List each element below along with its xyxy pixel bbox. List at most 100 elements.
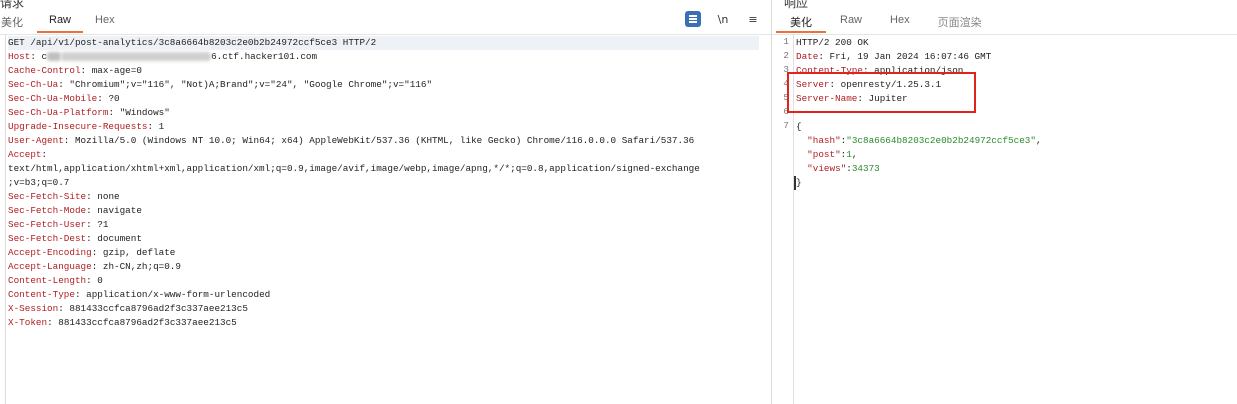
header-name: Sec-Ch-Ua-Platform [8, 107, 109, 118]
request-line: Accept: [8, 149, 53, 160]
line-number: 5 [783, 92, 789, 103]
header-value: 1 [158, 121, 165, 132]
response-line: Server: openresty/1.25.3.1 [796, 79, 942, 90]
line-number: 6 [783, 106, 789, 117]
response-tab-hex[interactable]: Hex [876, 11, 924, 33]
header-value: Fri, 19 Jan 2024 16:07:46 GMT [829, 51, 992, 62]
header-name: Cache-Control [8, 65, 81, 76]
header-value: none [97, 191, 120, 202]
response-pane: 响应 美化 Raw Hex 页面渲染 1 2 3 4 5 6 7 HTTP/2 200 OK… [772, 0, 1237, 404]
header-name: Content-Length [8, 275, 87, 286]
line-number: 4 [783, 78, 789, 89]
request-line: X-Session: 881433ccfca8796ad2f3c337aee21… [8, 303, 248, 314]
header-value: 881433ccfca8796ad2f3c337aee213c5 [69, 303, 248, 314]
request-line: ;v=b3;q=0.7 [8, 176, 759, 190]
request-line: text/html,application/xhtml+xml,applicat… [8, 162, 759, 176]
request-editor[interactable]: GET /api/v1/post-analytics/3c8a6664b8203… [0, 34, 771, 404]
header-name: Server-Name [796, 93, 858, 104]
response-line [796, 106, 1229, 120]
show-newlines-button[interactable]: \n [715, 11, 731, 27]
request-line: Upgrade-Insecure-Requests: 1 [8, 121, 165, 132]
request-line: Cache-Control: max-age=0 [8, 65, 142, 76]
response-lines: HTTP/2 200 OK Date: Fri, 19 Jan 2024 16:0… [794, 36, 1229, 190]
line-number [772, 147, 793, 161]
request-tab-hex[interactable]: Hex [83, 11, 127, 33]
response-tab-pretty[interactable]: 美化 [776, 11, 826, 33]
line-number: 2 [783, 50, 789, 61]
header-name: User-Agent [8, 135, 64, 146]
request-line: Sec-Ch-Ua-Mobile: ?0 [8, 93, 120, 104]
header-name: Sec-Fetch-Mode [8, 205, 87, 216]
request-line: User-Agent: Mozilla/5.0 (Windows NT 10.0… [8, 135, 695, 146]
header-value: 881433ccfca8796ad2f3c337aee213c5 [58, 317, 237, 328]
menu-icon[interactable]: ≡ [745, 11, 761, 27]
header-value: application/json [874, 65, 964, 76]
response-line: "views":34373 [807, 163, 880, 174]
request-line-text: text/html,application/xhtml+xml,applicat… [8, 163, 700, 174]
response-line: Server-Name: Jupiter [796, 93, 908, 104]
header-value: gzip, deflate [102, 247, 176, 258]
response-line: } [794, 176, 1229, 190]
header-name: Content-Type [796, 65, 863, 76]
request-toolbar: \n ≡ [685, 11, 761, 27]
json-comma: , [851, 149, 858, 160]
header-name: Date [796, 51, 819, 62]
response-editor[interactable]: 1 2 3 4 5 6 7 HTTP/2 200 OK Date: Fri, 19 Jan 2… [772, 34, 1237, 404]
header-name: Accept-Language [8, 261, 92, 272]
line-number: 7 [783, 120, 789, 131]
request-line: X-Token: 881433ccfca8796ad2f3c337aee213c… [8, 317, 237, 328]
request-tab-pretty[interactable]: 美化 [0, 11, 37, 33]
redacted-mark [61, 52, 212, 62]
response-line: "hash":"3c8a6664b8203c2e0b2b24972ccf5ce3… [807, 135, 1042, 146]
header-value: max-age=0 [91, 65, 142, 76]
header-name: Host [8, 51, 31, 62]
header-name: Sec-Fetch-User [8, 219, 87, 230]
redacted-mark [47, 52, 62, 62]
json-key: "hash" [807, 135, 841, 146]
header-value: "Windows" [119, 107, 170, 118]
response-line: HTTP/2 200 OK [796, 36, 1229, 50]
header-value: Mozilla/5.0 (Windows NT 10.0; Win64; x64… [74, 135, 695, 146]
response-line-text: { [796, 121, 802, 132]
response-gutter: 1 2 3 4 5 6 7 [772, 35, 794, 404]
request-line: Sec-Ch-Ua: "Chromium";v="116", "Not)A;Br… [8, 79, 433, 90]
header-name: Sec-Fetch-Site [8, 191, 87, 202]
request-line: Content-Type: application/x-www-form-url… [8, 289, 271, 300]
header-value: navigate [97, 205, 142, 216]
header-value: ?1 [97, 219, 109, 230]
response-tab-raw[interactable]: Raw [826, 11, 876, 33]
response-tab-render[interactable]: 页面渲染 [924, 11, 996, 33]
response-line-text: HTTP/2 200 OK [796, 37, 869, 48]
json-comma: , [1035, 135, 1042, 146]
header-value: openresty/1.25.3.1 [840, 79, 942, 90]
request-line-text: GET /api/v1/post-analytics/3c8a6664b8203… [8, 37, 377, 48]
request-gutter [0, 35, 6, 404]
request-line: GET /api/v1/post-analytics/3c8a6664b8203… [8, 36, 759, 50]
header-name: X-Token [8, 317, 48, 328]
header-name: Sec-Ch-Ua [8, 79, 59, 90]
json-value: 34373 [851, 163, 880, 174]
pretty-print-icon[interactable] [685, 11, 701, 27]
header-name: Accept [8, 149, 42, 160]
header-name: Content-Type [8, 289, 75, 300]
header-name: Sec-Ch-Ua-Mobile [8, 93, 98, 104]
header-value: ?0 [108, 93, 120, 104]
header-value: Jupiter [868, 93, 908, 104]
request-pane: 请求 美化 Raw Hex \n ≡ GET /api/v1/post-anal… [0, 0, 771, 404]
request-line: Sec-Fetch-Dest: document [8, 233, 142, 244]
json-key: "post" [807, 149, 841, 160]
header-value: 6.ctf.hacker101.com [211, 51, 318, 62]
response-tabs: 美化 Raw Hex 页面渲染 [776, 11, 996, 33]
line-number: 1 [783, 36, 789, 47]
request-line: Accept-Encoding: gzip, deflate [8, 247, 176, 258]
header-value: zh-CN,zh;q=0.9 [102, 261, 181, 272]
request-line: Content-Length: 0 [8, 275, 103, 286]
header-name: Server [796, 79, 830, 90]
request-line: Sec-Fetch-Site: none [8, 191, 120, 202]
response-line: Content-Type: application/json [796, 65, 964, 76]
json-value: "3c8a6664b8203c2e0b2b24972ccf5ce3" [846, 135, 1036, 146]
request-line: Accept-Language: zh-CN,zh;q=0.9 [8, 261, 181, 272]
request-tab-raw[interactable]: Raw [37, 11, 84, 33]
line-number: 3 [783, 64, 789, 75]
request-line: Sec-Fetch-Mode: navigate [8, 205, 142, 216]
